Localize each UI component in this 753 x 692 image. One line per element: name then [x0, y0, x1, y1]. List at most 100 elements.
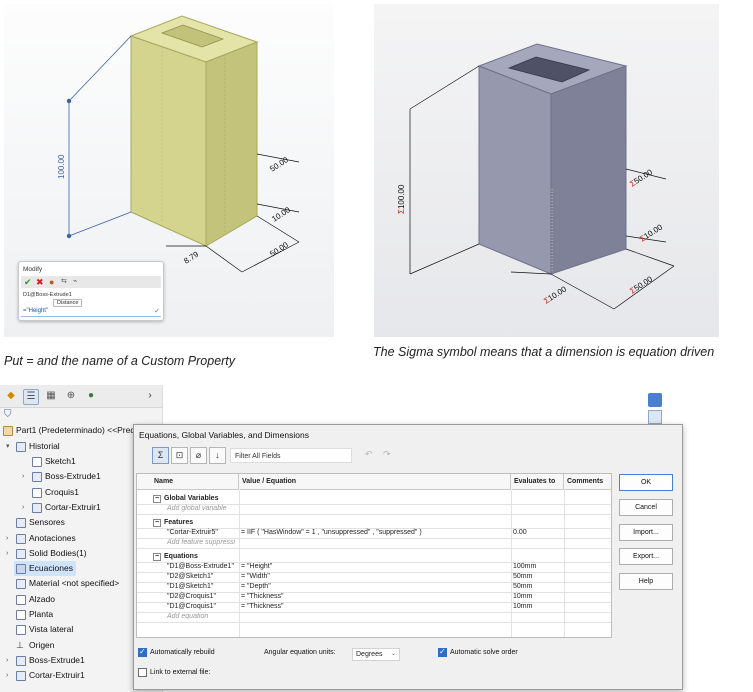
display-manager-icon[interactable]: ●: [84, 389, 98, 403]
tree-item-boss-extrude1-bottom[interactable]: › Boss-Extrude1: [6, 653, 85, 668]
chevron-down-icon: ⌄: [390, 651, 396, 657]
filter-icon[interactable]: ⛉: [4, 409, 12, 420]
tree-item-vista-lateral[interactable]: Vista lateral: [16, 622, 73, 637]
left-dimension-lines: [66, 35, 132, 239]
left-dim-edge[interactable]: 8.79: [182, 249, 200, 265]
right-dim-edge[interactable]: Σ10.00: [542, 284, 568, 305]
modify-value-input[interactable]: ="Height": [21, 307, 161, 317]
right-side-face: [550, 65, 627, 275]
close-icon[interactable]: ✖: [36, 276, 44, 288]
right-front-face: [478, 65, 552, 275]
right-box-model: Σ100.00 Σ50.00 Σ10.00 Σ50.00 Σ10.00: [397, 43, 675, 310]
dialog-title: Equations, Global Variables, and Dimensi…: [139, 430, 309, 440]
column-header-value[interactable]: Value / Equation: [239, 474, 511, 489]
resources-icon[interactable]: [648, 393, 662, 407]
left-viewport[interactable]: 100.00 50.00 10.00 50.00 8.79 Modify ✔ ✖…: [4, 4, 334, 337]
link-external-checkbox[interactable]: [138, 668, 147, 677]
auto-solve-checkbox[interactable]: [438, 647, 447, 657]
help-button[interactable]: Help: [619, 573, 673, 590]
tree-item-anotaciones[interactable]: › Anotaciones: [6, 531, 76, 546]
sketch-equation-view-icon[interactable]: ⊡: [171, 447, 188, 464]
right-dim-height[interactable]: Σ100.00: [397, 184, 406, 214]
add-feature-row[interactable]: Add feature suppressi: [137, 538, 611, 549]
cut-extrude-icon: [32, 502, 42, 513]
left-side-face: [205, 41, 258, 247]
angular-units-select[interactable]: Degrees ⌄: [352, 648, 400, 661]
auto-rebuild-checkbox[interactable]: [138, 647, 147, 657]
tree-item-material[interactable]: Material <not specified>: [16, 576, 119, 591]
left-caption: Put = and the name of a Custom Property: [4, 354, 236, 368]
right-caption: The Sigma symbol means that a dimension …: [373, 345, 715, 359]
reverse-icon[interactable]: ⇆: [61, 276, 67, 288]
left-dim-depth[interactable]: 50.00: [268, 240, 290, 259]
expand-chevron-icon[interactable]: ›: [143, 389, 157, 403]
check-icon[interactable]: ✔: [24, 276, 32, 288]
tree-item-croquis1[interactable]: Croquis1: [32, 485, 79, 500]
dimension-view-icon[interactable]: ⌀: [190, 447, 207, 464]
extrude-icon: [16, 655, 26, 666]
add-global-variable-row[interactable]: Add global variable: [137, 504, 611, 515]
tree-item-cortar-extruir1-bottom[interactable]: › Cortar-Extruir1: [6, 668, 85, 683]
cut-extrude-icon: [16, 670, 26, 681]
ordered-view-icon[interactable]: ↓: [209, 447, 226, 464]
cancel-button[interactable]: Cancel: [619, 499, 673, 516]
sensor-icon: [16, 517, 26, 528]
tree-item-cortar-extruir1[interactable]: › Cortar-Extruir1: [22, 500, 101, 515]
history-icon: [16, 441, 26, 452]
rebuild-icon[interactable]: ●: [49, 276, 54, 288]
right-viewport[interactable]: Σ100.00 Σ50.00 Σ10.00 Σ50.00 Σ10.00: [374, 4, 719, 337]
tree-item-alzado[interactable]: Alzado: [16, 592, 55, 607]
tree-item-sketch1[interactable]: Sketch1: [32, 454, 76, 469]
sketch-icon: [32, 456, 42, 467]
feature-manager-tabs: ◆ ☰ ▦ ⊕ ● ›: [0, 385, 162, 408]
right-dim-depth[interactable]: Σ50.00: [628, 274, 654, 295]
angular-units-label: Angular equation units:: [264, 649, 336, 656]
column-header-name[interactable]: Name: [151, 474, 239, 489]
equations-icon: [16, 563, 26, 574]
home-icon[interactable]: [648, 410, 662, 424]
tree-item-sensores[interactable]: Sensores: [16, 515, 65, 530]
tree-item-boss-extrude1[interactable]: › Boss-Extrude1: [22, 469, 101, 484]
filter-all-fields-input[interactable]: Filter All Fields: [230, 448, 352, 463]
left-dim-thickness[interactable]: 10.00: [270, 205, 292, 224]
tree-item-planta[interactable]: Planta: [16, 607, 53, 622]
right-dim-thickness[interactable]: Σ10.00: [638, 222, 664, 243]
redo-icon[interactable]: ↷: [383, 449, 391, 460]
left-dim-height[interactable]: 100.00: [57, 154, 66, 179]
plane-icon: [16, 609, 26, 620]
column-header-comments[interactable]: Comments: [564, 474, 611, 489]
annotations-icon: [16, 533, 26, 544]
equation-view-sigma-icon[interactable]: Σ: [152, 447, 169, 464]
modify-toolbar: ✔ ✖ ● ⇆ ⌁: [21, 276, 161, 288]
import-button[interactable]: Import...: [619, 524, 673, 541]
feature-manager-icon[interactable]: ◆: [4, 389, 18, 403]
property-manager-icon[interactable]: ☰: [23, 389, 39, 405]
plane-icon: [16, 624, 26, 635]
export-button[interactable]: Export...: [619, 548, 673, 565]
plane-icon: [16, 594, 26, 605]
link-external-label: Link to external file:: [150, 669, 211, 676]
equations-dialog[interactable]: Equations, Global Variables, and Dimensi…: [133, 424, 683, 690]
tree-item-origen[interactable]: ⊥ Origen: [16, 638, 55, 653]
modify-ok-icon[interactable]: ✓: [154, 307, 160, 315]
add-equation-row[interactable]: Add equation: [137, 612, 611, 623]
auto-solve-label: Automatic solve order: [450, 649, 518, 656]
tree-item-ecuaciones[interactable]: Ecuaciones: [14, 561, 76, 576]
configuration-manager-icon[interactable]: ▦: [44, 389, 58, 403]
undo-icon[interactable]: ↶: [365, 449, 373, 460]
ok-button[interactable]: OK: [619, 474, 673, 491]
grid-header: Name Value / Equation Evaluates to Comme…: [137, 474, 611, 490]
modify-tooltip: Distance: [53, 299, 83, 307]
column-header-evaluates[interactable]: Evaluates to: [511, 474, 564, 489]
tree-item-historial[interactable]: ▾ Historial: [6, 439, 60, 454]
mark-dimension-icon[interactable]: ⌁: [73, 276, 77, 288]
material-icon: [16, 578, 26, 589]
modify-dialog[interactable]: Modify ✔ ✖ ● ⇆ ⌁ D1@Boss-Extrude1 Distan…: [18, 261, 164, 321]
equations-grid: Name Value / Equation Evaluates to Comme…: [136, 473, 612, 638]
tree-item-solid-bodies[interactable]: › Solid Bodies(1): [6, 546, 87, 561]
solid-bodies-icon: [16, 548, 26, 559]
left-front-face: [130, 35, 207, 247]
dimxpert-icon[interactable]: ⊕: [64, 389, 78, 403]
left-dim-width[interactable]: 50.00: [268, 155, 290, 174]
tree-part-root[interactable]: Part1 (Predeterminado) <<Prede: [3, 423, 140, 438]
